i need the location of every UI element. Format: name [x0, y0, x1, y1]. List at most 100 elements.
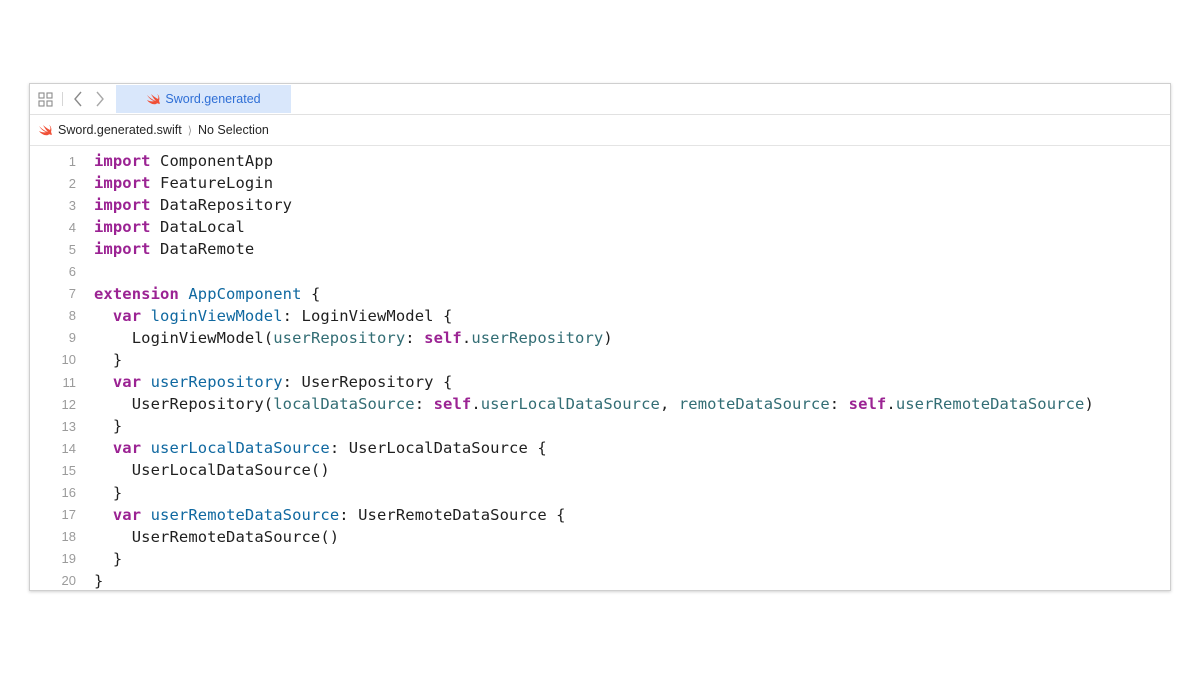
code-text: LoginViewModel(userRepository: self.user…: [94, 329, 613, 347]
line-number: 9: [68, 330, 76, 346]
code-text: var loginViewModel: LoginViewModel {: [94, 307, 452, 325]
code-line[interactable]: 12 UserRepository(localDataSource: self.…: [30, 393, 1170, 415]
code-text: }: [94, 550, 122, 568]
code-token: import: [94, 218, 151, 237]
tab-bar: Sword.generated: [30, 84, 1170, 115]
code-token: userRemoteDataSource: [150, 505, 340, 524]
code-line[interactable]: 2 import FeatureLogin: [30, 172, 1170, 194]
code-token: .: [461, 328, 472, 347]
line-number: 13: [61, 418, 76, 434]
code-line[interactable]: 11 var userRepository: UserRepository {: [30, 371, 1170, 393]
breadcrumb-selection[interactable]: No Selection: [198, 123, 269, 137]
line-number: 3: [68, 197, 76, 213]
code-token: self: [433, 395, 472, 414]
swift-icon: [38, 124, 52, 136]
code-token: userRemoteDataSource: [895, 395, 1085, 414]
code-line[interactable]: 4 import DataLocal: [30, 216, 1170, 238]
code-token: AppComponent: [188, 284, 302, 303]
code-token: localDataSource: [273, 395, 415, 414]
code-editor[interactable]: 1 import ComponentApp 2 import FeatureLogin…: [30, 150, 1170, 590]
code-line[interactable]: 13 }: [30, 415, 1170, 437]
code-line[interactable]: 3 import DataRepository: [30, 194, 1170, 216]
code-token: }: [94, 571, 104, 590]
code-token: LoginViewModel(: [94, 328, 274, 347]
code-token: UserLocalDataSource(): [94, 461, 330, 480]
line-number: 15: [61, 462, 76, 478]
tab-bar-divider: [62, 92, 63, 106]
code-token: var: [112, 439, 142, 458]
code-token: extension: [94, 284, 179, 303]
code-text: var userLocalDataSource: UserLocalDataSo…: [94, 439, 547, 457]
code-text: }: [94, 351, 122, 369]
code-token: self: [424, 328, 462, 347]
code-text: var userRemoteDataSource: UserRemoteData…: [94, 506, 566, 524]
code-line[interactable]: 14 var userLocalDataSource: UserLocalDat…: [30, 437, 1170, 459]
code-line[interactable]: 5 import DataRemote: [30, 238, 1170, 260]
code-line[interactable]: 1 import ComponentApp: [30, 150, 1170, 172]
code-token: UserRemoteDataSource(): [94, 527, 340, 546]
code-token: DataRepository: [150, 196, 293, 215]
code-text: import DataLocal: [94, 218, 245, 236]
code-line[interactable]: 9 LoginViewModel(userRepository: self.us…: [30, 327, 1170, 349]
code-text: import DataRepository: [94, 196, 292, 214]
chevron-left-icon[interactable]: [70, 84, 86, 114]
line-number: 17: [61, 507, 76, 523]
code-line[interactable]: 8 var loginViewModel: LoginViewModel {: [30, 305, 1170, 327]
swift-icon: [146, 93, 161, 105]
line-number: 20: [61, 573, 76, 589]
code-token: import: [94, 240, 151, 259]
code-token: var: [112, 505, 142, 524]
line-number: 16: [61, 485, 76, 500]
chevron-right-icon[interactable]: [92, 84, 108, 114]
code-line[interactable]: 17 var userRemoteDataSource: UserRemoteD…: [30, 504, 1170, 526]
code-text: var userRepository: UserRepository {: [94, 373, 452, 391]
code-line[interactable]: 15 UserLocalDataSource(): [30, 459, 1170, 481]
code-token: ): [603, 328, 613, 347]
line-number: 6: [68, 264, 76, 279]
code-text: import ComponentApp: [94, 152, 273, 170]
line-number: 14: [61, 440, 76, 456]
code-token: self: [848, 395, 887, 414]
line-number: 1: [68, 153, 76, 169]
code-token: ,: [659, 395, 679, 414]
code-token: }: [94, 350, 123, 369]
code-text: }: [94, 572, 103, 590]
code-token: import: [94, 152, 151, 170]
code-line[interactable]: 10 }: [30, 349, 1170, 371]
code-token: DataLocal: [150, 218, 245, 237]
tab-sword-generated[interactable]: Sword.generated: [116, 85, 291, 113]
code-line[interactable]: 19 }: [30, 548, 1170, 570]
code-token: userLocalDataSource: [150, 439, 330, 458]
jump-bar: Sword.generated.swift ⟩ No Selection: [30, 115, 1170, 146]
code-token: : UserRepository {: [282, 373, 453, 391]
breadcrumb-file[interactable]: Sword.generated.swift: [58, 123, 182, 137]
code-token: FeatureLogin: [150, 174, 274, 193]
code-token: .: [471, 395, 481, 414]
line-number: 7: [68, 286, 76, 302]
grid-icon[interactable]: [36, 84, 54, 114]
tab-label: Sword.generated: [165, 92, 261, 106]
code-token: : LoginViewModel {: [282, 306, 453, 325]
code-token: }: [94, 483, 123, 502]
code-token: :: [405, 328, 425, 347]
code-line[interactable]: 20}: [30, 570, 1170, 590]
code-token: import: [94, 196, 151, 215]
code-token: var: [112, 373, 142, 391]
code-line[interactable]: 6: [30, 261, 1170, 283]
code-line[interactable]: 7 extension AppComponent {: [30, 283, 1170, 305]
editor-window: Sword.generated Sword.generated.swift ⟩ …: [29, 83, 1171, 591]
code-token: .: [886, 395, 896, 414]
breadcrumb-separator: ⟩: [187, 124, 192, 137]
code-token: {: [301, 284, 321, 303]
code-token: : UserRemoteDataSource {: [339, 505, 566, 524]
code-line[interactable]: 16 }: [30, 482, 1170, 504]
code-text: }: [94, 484, 122, 502]
code-token: ComponentApp: [150, 152, 274, 170]
code-text: extension AppComponent {: [94, 285, 320, 303]
code-line[interactable]: 18 UserRemoteDataSource(): [30, 526, 1170, 548]
line-number: 4: [68, 219, 76, 235]
